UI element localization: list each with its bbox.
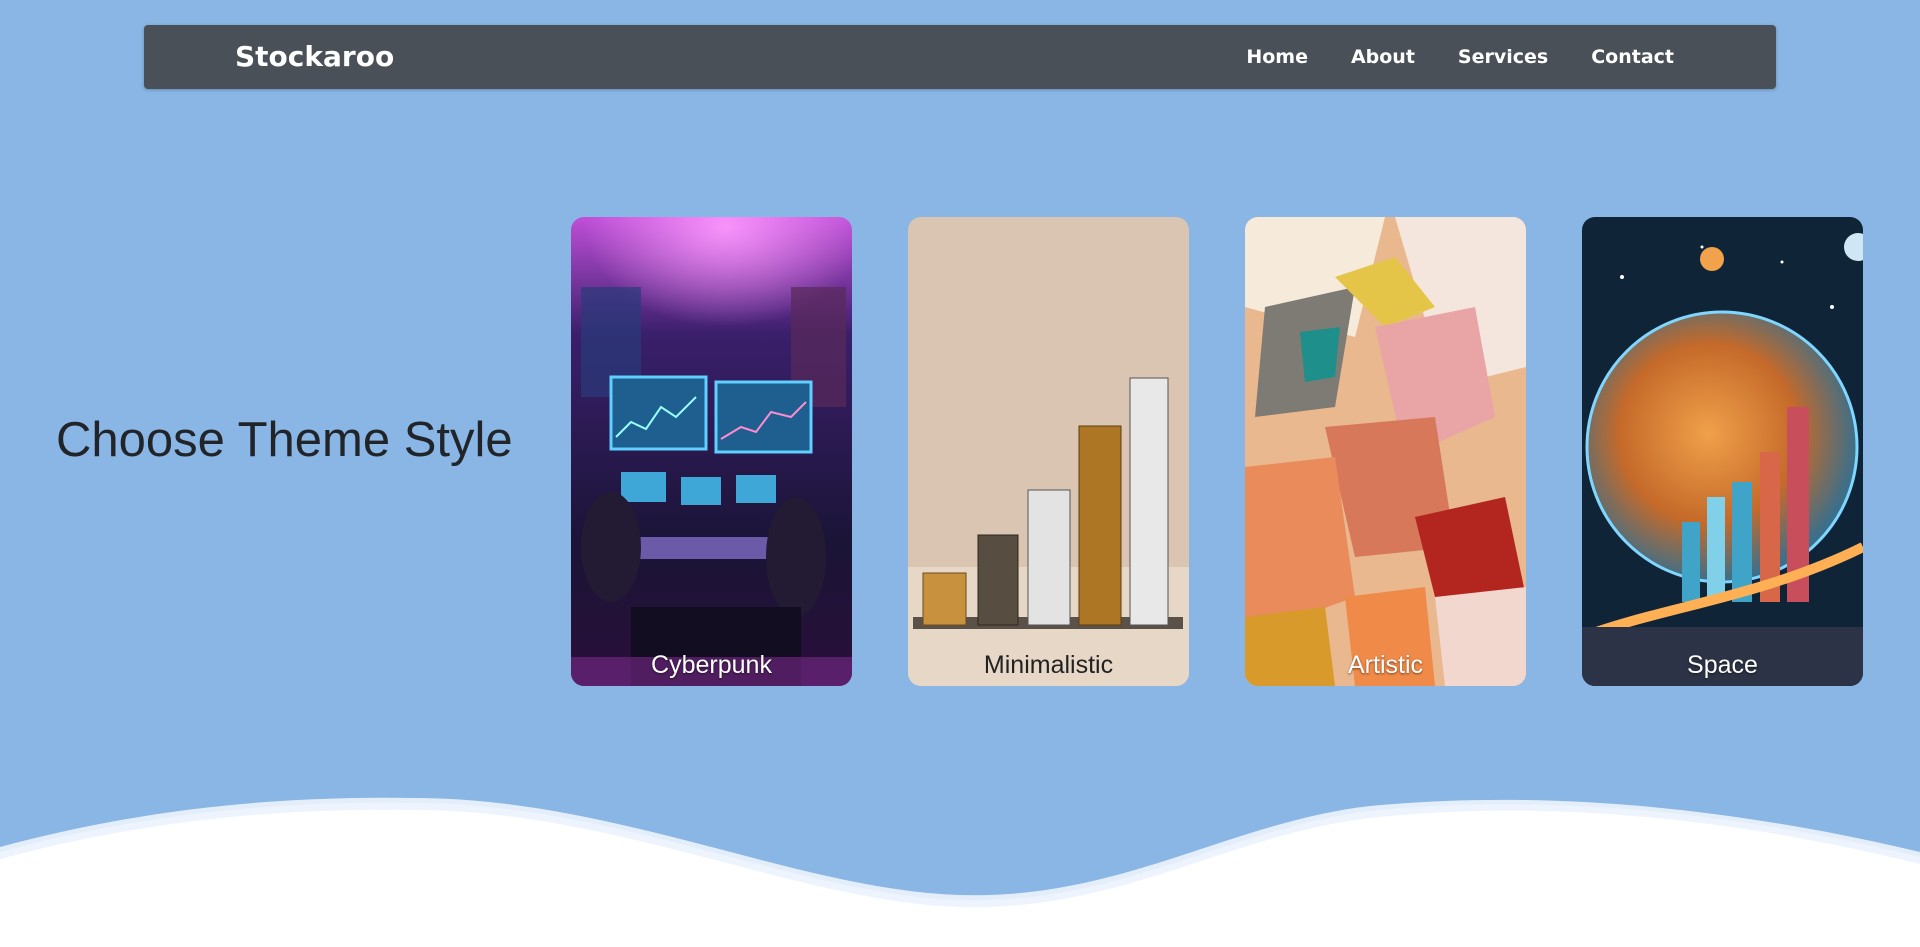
theme-card-space[interactable]: Space	[1582, 217, 1863, 686]
theme-card-artistic[interactable]: Artistic	[1245, 217, 1526, 686]
artistic-image	[1245, 217, 1526, 686]
navbar: Stockaroo Home About Services Contact	[144, 25, 1776, 89]
theme-label-cyberpunk: Cyberpunk	[651, 651, 772, 679]
brand-logo-link[interactable]: Stockaroo	[235, 25, 394, 89]
nav-links: Home About Services Contact	[1246, 25, 1674, 89]
theme-card-minimalistic[interactable]: Minimalistic	[908, 217, 1189, 686]
nav-link-home[interactable]: Home	[1246, 46, 1308, 68]
minimalistic-image	[908, 217, 1189, 686]
theme-label-artistic: Artistic	[1348, 651, 1423, 679]
nav-link-contact[interactable]: Contact	[1591, 46, 1674, 68]
page-title: Choose Theme Style	[56, 413, 513, 467]
theme-label-minimalistic: Minimalistic	[983, 651, 1114, 679]
theme-card-cyberpunk[interactable]: Cyberpunk	[571, 217, 852, 686]
decorative-waves	[0, 797, 1920, 947]
space-image	[1582, 217, 1863, 686]
nav-link-about[interactable]: About	[1351, 46, 1415, 68]
theme-label-space: Space	[1687, 651, 1758, 679]
nav-link-services[interactable]: Services	[1458, 46, 1548, 68]
cyberpunk-image	[571, 217, 852, 686]
